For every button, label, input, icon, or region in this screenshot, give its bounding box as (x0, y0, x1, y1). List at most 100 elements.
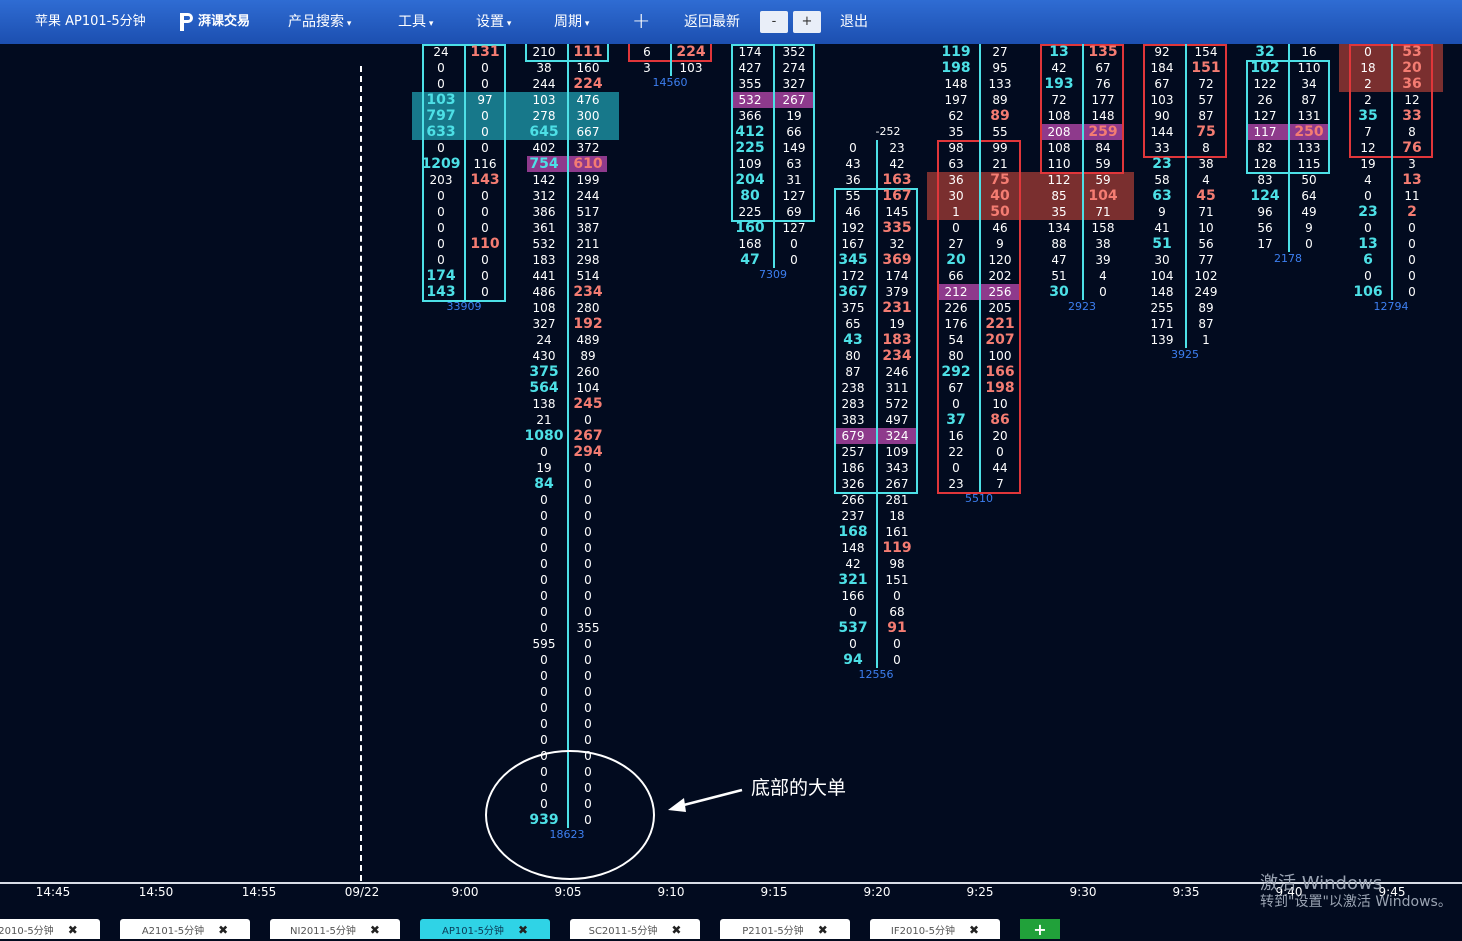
tab-A2101-5分钟[interactable]: A2101-5分钟 ✖ (120, 919, 250, 939)
tab-SC2011-5分钟[interactable]: SC2011-5分钟 ✖ (570, 919, 700, 939)
add-tab-button[interactable]: + (1020, 919, 1060, 939)
bid-volume-cell: 6 (1363, 252, 1373, 268)
bid-volume-cell: 108 (1047, 109, 1071, 123)
ask-volume-cell: 49 (1301, 205, 1317, 219)
ask-volume-cell: 149 (782, 141, 806, 155)
menu-product-search[interactable]: 产品搜索 ▾ (288, 0, 351, 44)
ask-volume-cell: 59 (1095, 157, 1111, 171)
menu-settings[interactable]: 设置 ▾ (476, 0, 511, 44)
ask-volume-cell: 0 (584, 733, 592, 747)
bid-volume-cell: 88 (1051, 237, 1067, 251)
ask-volume-cell: 76 (1095, 77, 1111, 91)
ask-volume-cell: 476 (576, 93, 600, 107)
bid-volume-cell: 58 (1154, 173, 1170, 187)
bid-volume-cell: 112 (1047, 173, 1071, 187)
tab-IF2010-5分钟[interactable]: IF2010-5分钟 ✖ (870, 919, 1000, 939)
ask-volume-cell: 202 (988, 269, 1012, 283)
ask-volume-cell: 249 (1194, 285, 1218, 299)
ask-volume-cell: 0 (584, 669, 592, 683)
caret-down-icon: ▾ (426, 19, 434, 29)
ask-volume-cell: 0 (481, 141, 489, 155)
bid-volume-cell: 0 (540, 541, 548, 555)
ask-volume-cell: 0 (893, 653, 901, 667)
ask-volume-cell: 0 (481, 77, 489, 91)
bid-volume-cell: 110 (1047, 157, 1071, 171)
return-latest-button[interactable]: 返回最新 (684, 0, 740, 44)
bid-volume-cell: 0 (540, 573, 548, 587)
bid-volume-cell: 0 (952, 461, 960, 475)
bid-volume-cell: 142 (532, 173, 556, 187)
bid-volume-cell: 35 (1051, 205, 1067, 219)
bid-volume-cell: 38 (536, 61, 552, 75)
ask-volume-cell: 0 (584, 813, 592, 827)
ask-volume-cell: 497 (885, 413, 909, 427)
bid-volume-cell: 321 (838, 572, 868, 588)
menu-period[interactable]: 周期 ▾ (554, 0, 589, 44)
bid-volume-cell: 375 (529, 364, 559, 380)
bid-volume-cell: 633 (426, 124, 456, 140)
ask-volume-cell: 324 (885, 429, 909, 443)
footprint-chart[interactable]: 24 131 0 0 0 0 103 97 797 0 633 0 0 0 1209 116 203 143 0 0 0… (0, 44, 1462, 884)
tab-P2010-5分钟[interactable]: P2010-5分钟✖ (0, 919, 100, 939)
bid-volume-cell: 103 (1150, 93, 1174, 107)
bid-volume-cell: 37 (946, 412, 966, 428)
bid-volume-cell: 0 (952, 221, 960, 235)
ask-volume-cell: 102 (1194, 269, 1218, 283)
ask-volume-cell: 158 (1091, 221, 1115, 235)
ask-volume-cell: 0 (481, 61, 489, 75)
bid-volume-cell: 54 (948, 333, 964, 347)
zoom-in-button[interactable]: + (793, 11, 821, 33)
bid-volume-cell: 197 (944, 93, 968, 107)
bid-volume-cell: 63 (948, 157, 964, 171)
ask-volume-cell: 151 (885, 573, 909, 587)
ask-volume-cell: 27 (992, 45, 1008, 59)
tab-NI2011-5分钟[interactable]: NI2011-5分钟 ✖ (270, 919, 400, 939)
bid-volume-cell: 0 (540, 749, 548, 763)
bid-volume-cell: 402 (532, 141, 556, 155)
zoom-out-button[interactable]: - (760, 11, 788, 33)
tab-label: NI2011-5分钟 (290, 926, 356, 937)
time-axis-label: 9:20 (863, 885, 891, 899)
bid-volume-cell: 183 (532, 253, 556, 267)
ask-volume-cell: 104 (576, 381, 600, 395)
ask-volume-cell: 0 (584, 477, 592, 491)
bid-volume-cell: 21 (536, 413, 552, 427)
crosshair-icon[interactable]: + (632, 0, 650, 44)
bid-volume-cell: 210 (532, 45, 556, 59)
ask-volume-cell: 0 (584, 573, 592, 587)
bid-volume-cell: 0 (437, 253, 445, 267)
ask-volume-cell: 267 (885, 477, 909, 491)
bid-volume-cell: 134 (1047, 221, 1071, 235)
tab-AP101-5分钟[interactable]: AP101-5分钟 ✖ (420, 919, 550, 939)
ask-volume-cell: 207 (985, 332, 1015, 348)
tab-label: P2101-5分钟 (742, 926, 804, 937)
bid-volume-cell: 176 (944, 317, 968, 331)
ask-volume-cell: 267 (573, 428, 603, 444)
time-axis-label: 9:25 (966, 885, 994, 899)
ask-volume-cell: 36 (1402, 76, 1422, 92)
bid-volume-cell: 94 (843, 652, 863, 668)
brand-logo-icon (180, 13, 193, 31)
tab-label: P2010-5分钟 (0, 926, 54, 937)
ask-volume-cell: 0 (893, 637, 901, 651)
bid-volume-cell: 90 (1154, 109, 1170, 123)
ask-volume-cell: 0 (584, 541, 592, 555)
bid-volume-cell: 226 (944, 301, 968, 315)
bid-volume-cell: 0 (437, 141, 445, 155)
bid-volume-cell: 427 (738, 61, 762, 75)
bid-volume-cell: 486 (532, 285, 556, 299)
ask-volume-cell: 20 (1402, 60, 1422, 76)
bid-volume-cell: 6 (643, 45, 651, 59)
menu-tools[interactable]: 工具 ▾ (398, 0, 433, 44)
time-axis-label: 9:10 (657, 885, 685, 899)
ask-volume-cell: 0 (790, 237, 798, 251)
bid-volume-cell: 532 (738, 93, 762, 107)
ask-volume-cell: 267 (782, 93, 806, 107)
caret-down-icon: ▾ (344, 19, 352, 29)
exit-button[interactable]: 退出 (840, 0, 868, 44)
tab-P2101-5分钟[interactable]: P2101-5分钟 ✖ (720, 919, 850, 939)
ask-volume-cell: 69 (786, 205, 802, 219)
bid-volume-cell: 41 (1154, 221, 1170, 235)
bid-volume-cell: 355 (738, 77, 762, 91)
bid-volume-cell: 26 (1257, 93, 1273, 107)
